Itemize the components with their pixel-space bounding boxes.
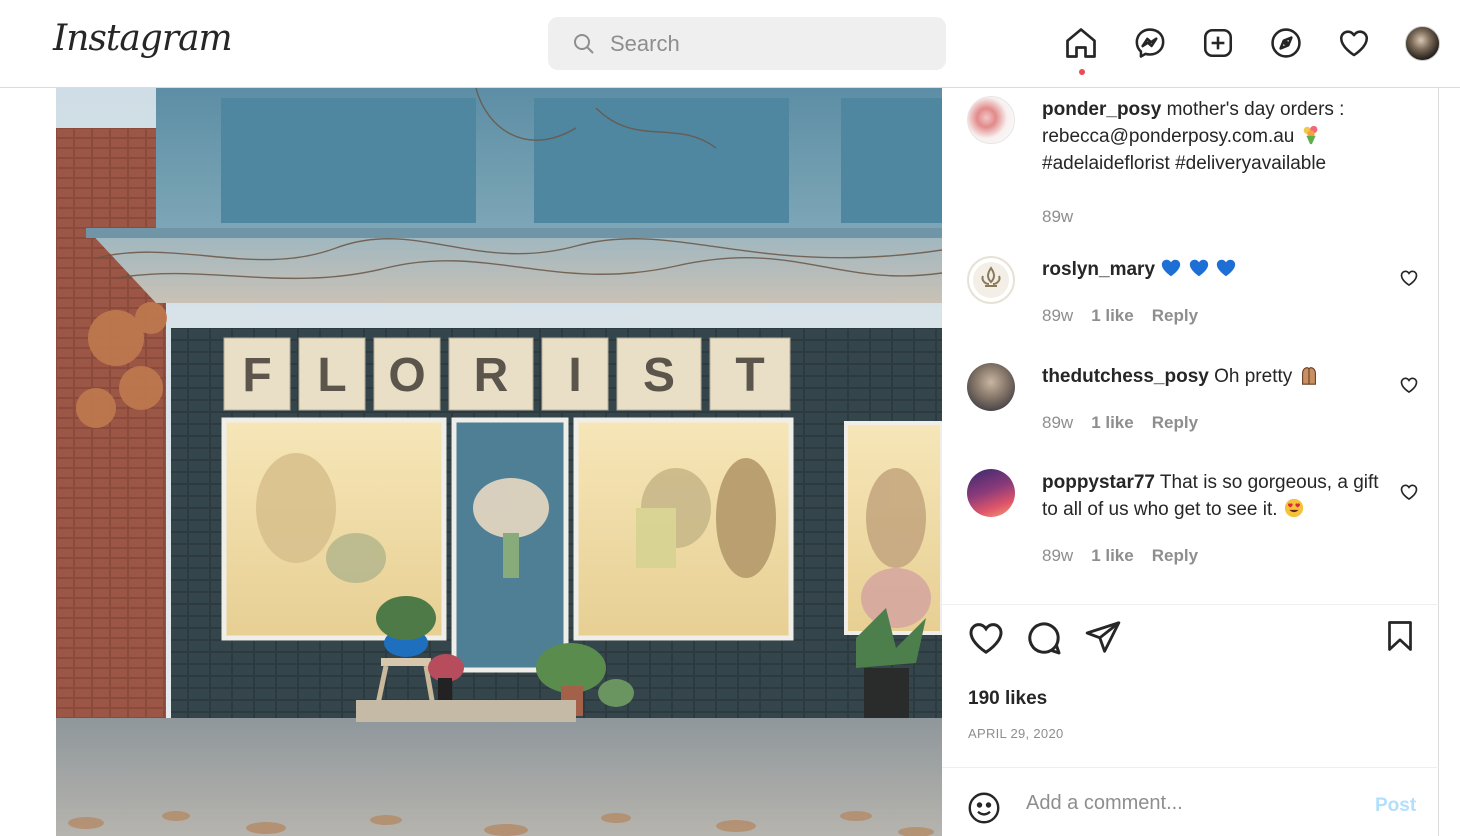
home-icon[interactable] — [1062, 24, 1100, 62]
caption-text: ponder_posy mother's day orders : rebecc… — [1042, 96, 1382, 177]
reply-button[interactable]: Reply — [1152, 546, 1198, 566]
comment-bubble-icon[interactable] — [1024, 618, 1064, 658]
blue-heart-emoji-icon — [1189, 259, 1208, 277]
pleading-hands-emoji-icon — [1301, 367, 1316, 385]
svg-text:S: S — [643, 349, 675, 402]
reply-button[interactable]: Reply — [1152, 413, 1198, 433]
caption-meta: 89w — [1042, 207, 1073, 227]
avatar[interactable] — [967, 363, 1015, 411]
florist-shopfront-photo: F L O R I S T — [56, 88, 942, 836]
svg-text:O: O — [388, 349, 425, 402]
bouquet-emoji-icon — [1303, 125, 1318, 145]
comment-username[interactable]: thedutchess_posy — [1042, 366, 1209, 387]
avatar[interactable] — [967, 256, 1015, 304]
search-icon — [574, 33, 594, 54]
comment-meta: 89w 1 like Reply — [1042, 546, 1198, 566]
new-post-icon[interactable] — [1199, 24, 1237, 62]
blue-heart-emoji-icon — [1162, 259, 1181, 277]
comment-meta: 89w 1 like Reply — [1042, 306, 1198, 326]
svg-text:T: T — [735, 349, 764, 402]
post-action-bar — [942, 618, 1439, 668]
comment-time[interactable]: 89w — [1042, 413, 1073, 433]
blue-heart-emoji-icon — [1216, 259, 1236, 277]
comment-username[interactable]: poppystar77 — [1042, 472, 1155, 493]
top-navbar: Instagram — [0, 0, 1460, 88]
comment-time[interactable]: 89w — [1042, 306, 1073, 326]
post-side-panel: ponder_posy mother's day orders : rebecc… — [942, 88, 1439, 836]
comment-time[interactable]: 89w — [1042, 546, 1073, 566]
instagram-logo[interactable]: Instagram — [53, 18, 233, 59]
comment-text: thedutchess_posy Oh pretty — [1042, 363, 1382, 390]
explore-icon[interactable] — [1267, 24, 1305, 62]
comment-input[interactable] — [1026, 792, 1346, 815]
avatar[interactable] — [967, 96, 1015, 144]
post-date[interactable]: APRIL 29, 2020 — [968, 726, 1064, 741]
caption-username[interactable]: ponder_posy — [1042, 99, 1161, 120]
likes-count[interactable]: 190 likes — [968, 688, 1047, 710]
search-input[interactable] — [610, 30, 930, 57]
comment-meta: 89w 1 like Reply — [1042, 413, 1198, 433]
comment-likes[interactable]: 1 like — [1091, 546, 1134, 566]
comment-like-heart-icon[interactable] — [1399, 375, 1419, 395]
svg-text:R: R — [474, 349, 509, 402]
emoji-picker-icon[interactable] — [966, 790, 1002, 826]
activity-heart-icon[interactable] — [1335, 24, 1373, 62]
divider — [942, 604, 1439, 605]
avatar[interactable] — [967, 469, 1015, 517]
reply-button[interactable]: Reply — [1152, 306, 1198, 326]
caption-time[interactable]: 89w — [1042, 207, 1073, 227]
post-image: F L O R I S T — [56, 88, 942, 836]
svg-text:F: F — [242, 349, 271, 402]
comment-body: Oh pretty — [1214, 366, 1293, 387]
search-bar[interactable] — [548, 17, 946, 70]
share-send-icon[interactable] — [1084, 618, 1122, 656]
comment-text: poppystar77 That is so gorgeous, a gift … — [1042, 469, 1382, 523]
save-bookmark-icon[interactable] — [1382, 618, 1418, 654]
messenger-icon[interactable] — [1131, 24, 1169, 62]
comment-text: roslyn_mary — [1042, 256, 1382, 283]
heart-eyes-emoji-icon — [1284, 498, 1303, 518]
fleur-de-lis-icon — [973, 262, 1009, 298]
svg-text:I: I — [568, 349, 581, 402]
comment-likes[interactable]: 1 like — [1091, 306, 1134, 326]
notification-dot — [1079, 69, 1085, 75]
profile-avatar[interactable] — [1405, 26, 1440, 61]
caption-hashtags[interactable]: #adelaideflorist #deliveryavailable — [1042, 153, 1326, 174]
comment-username[interactable]: roslyn_mary — [1042, 259, 1155, 280]
comment-like-heart-icon[interactable] — [1399, 268, 1419, 288]
svg-text:L: L — [317, 349, 346, 402]
add-comment-bar: Post — [942, 767, 1439, 836]
like-heart-icon[interactable] — [966, 618, 1006, 658]
post-comment-button[interactable]: Post — [1375, 795, 1416, 817]
comment-like-heart-icon[interactable] — [1399, 482, 1419, 502]
comment-likes[interactable]: 1 like — [1091, 413, 1134, 433]
